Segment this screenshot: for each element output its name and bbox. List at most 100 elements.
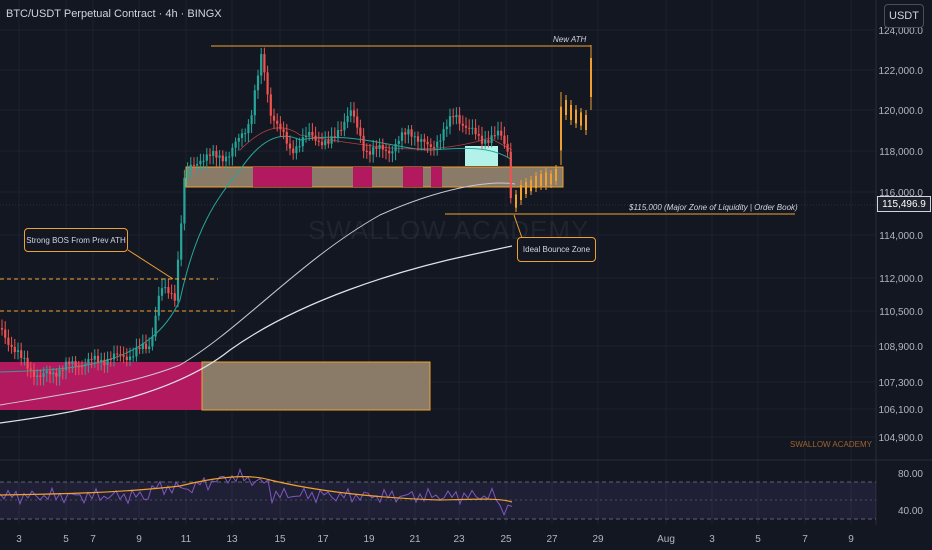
price-label: 122,000.0 <box>879 66 924 77</box>
currency-button[interactable]: USDT <box>884 4 924 28</box>
symbol-title: BTC/USDT Perpetual Contract · 4h · BINGX <box>6 8 222 20</box>
candle-body <box>36 375 39 378</box>
time-label: 15 <box>274 534 286 545</box>
candle-body <box>141 343 144 350</box>
candle-body <box>400 132 404 141</box>
candle-body <box>327 140 330 144</box>
candle-body <box>378 144 381 150</box>
bos-pointer <box>127 249 174 280</box>
time-label: 29 <box>592 534 604 545</box>
candle-body <box>100 359 103 363</box>
candle-body <box>189 164 192 171</box>
candle-body <box>461 123 464 126</box>
candle-body <box>77 366 80 368</box>
projection-body <box>575 109 577 124</box>
candle-body <box>13 346 16 353</box>
candle-body <box>420 139 423 142</box>
candle-body <box>106 359 109 366</box>
candle-body <box>148 346 151 349</box>
candle-body <box>196 164 199 166</box>
candle-body <box>7 337 10 345</box>
candle-body <box>109 359 112 361</box>
candle-body <box>80 366 84 368</box>
candle-body <box>202 160 205 162</box>
price-label: 108,900.0 <box>879 342 924 353</box>
candle-body <box>247 124 250 134</box>
candle-body <box>276 120 279 124</box>
brand-label: SWALLOW ACADEMY <box>790 440 872 449</box>
candle-body <box>410 129 413 137</box>
candle-body <box>295 146 298 154</box>
candle-body <box>173 293 176 301</box>
candle-body <box>221 155 224 162</box>
candle-body <box>314 135 317 141</box>
candle-body <box>135 347 138 357</box>
candle-body <box>477 134 480 136</box>
axes: 3 5 7 9 11 13 15 17 19 21 23 25 27 29 Aug 3 5 7 9124,000.0… <box>16 26 923 545</box>
supply-zone-box <box>185 166 564 188</box>
candle-body <box>240 133 244 138</box>
candle-body <box>256 75 260 91</box>
projection-body <box>590 58 592 97</box>
candle-body <box>16 350 20 353</box>
candle-body <box>426 141 429 145</box>
candle-body <box>151 336 154 347</box>
candle-body <box>234 141 237 148</box>
candle-body <box>362 135 365 151</box>
candle-body <box>340 130 343 132</box>
candle-body <box>397 140 400 144</box>
candle-body <box>39 375 42 377</box>
candle-body <box>199 160 202 165</box>
projection-body <box>565 100 567 115</box>
candle-body <box>58 369 61 377</box>
time-label: 19 <box>363 534 375 545</box>
candle-body <box>183 177 186 224</box>
candle-body <box>55 372 58 377</box>
candle-body <box>439 140 442 142</box>
candle-body <box>496 130 500 136</box>
candle-body <box>272 115 276 121</box>
price-label: 106,100.0 <box>879 405 924 416</box>
candle-body <box>304 135 308 138</box>
price-label: 110,500.0 <box>879 307 923 318</box>
price-label: 107,300.0 <box>879 378 924 389</box>
projection-body <box>585 115 587 130</box>
candle-body <box>116 353 119 355</box>
candle-body <box>464 125 468 128</box>
candle-body <box>96 355 100 363</box>
candle-body <box>122 355 125 357</box>
candle-body <box>388 150 391 154</box>
candle-body <box>503 135 506 144</box>
candle-body <box>266 72 269 95</box>
time-label: 7 <box>90 534 96 545</box>
bounce-callout: Ideal Bounce Zone <box>517 237 596 262</box>
candle-body <box>423 139 426 142</box>
candle-body <box>10 344 13 347</box>
time-label: 7 <box>802 534 808 545</box>
candle-body <box>87 358 90 365</box>
candle-body <box>301 137 304 147</box>
candle-body <box>346 115 349 122</box>
rsi-label: 40.00 <box>898 506 923 517</box>
candle-body <box>285 131 288 144</box>
bos-callout: Strong BOS From Prev ATH <box>24 228 128 252</box>
time-label: 11 <box>181 534 192 545</box>
candle-body <box>500 130 503 136</box>
candle-body <box>180 223 183 260</box>
candle-body <box>253 90 256 116</box>
candle-body <box>45 371 48 374</box>
candle-body <box>375 147 378 150</box>
candle-body <box>324 140 327 146</box>
time-label: 9 <box>848 534 854 545</box>
candle-body <box>90 358 93 360</box>
candle-body <box>381 144 384 150</box>
candle-body <box>52 372 55 375</box>
price-chart[interactable]: 3 5 7 9 11 13 15 17 19 21 23 25 27 29 Aug 3 5 7 9124,000.0… <box>0 0 932 550</box>
candle-body <box>333 136 336 138</box>
candle-body <box>413 136 416 138</box>
candle-body <box>317 140 320 142</box>
candle-body <box>103 359 106 366</box>
candle-body <box>154 315 157 337</box>
candle-body <box>349 110 352 116</box>
candle-body <box>112 353 116 360</box>
